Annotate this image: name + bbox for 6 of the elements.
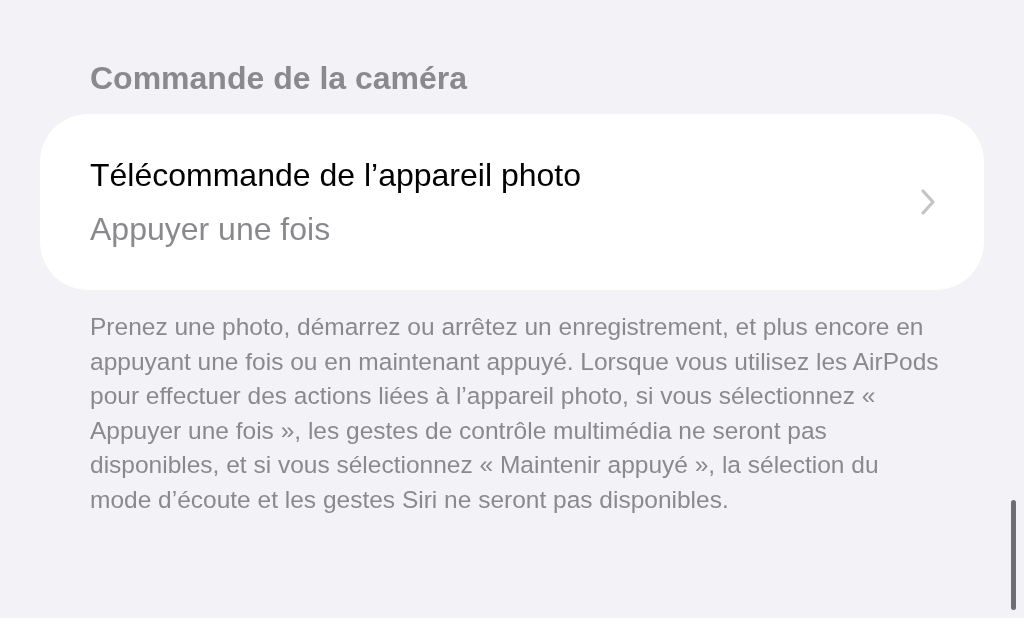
row-value: Appuyer une fois [90, 210, 331, 249]
row-title: Télécommande de l’appareil photo [90, 156, 581, 195]
section-header: Commande de la caméra [90, 59, 468, 98]
chevron-icon [920, 188, 936, 216]
footer-description: Prenez une photo, démarrez ou arrêtez un enregistrement, et plus encore en appuyant une fois ou en maintenant appuyé. Lorsque vous utilisez les AirPods pour effectuer des actions liées à l’appareil photo, si vous sélectionnez « Appuyer une fois », les gestes de contrôle multimédia ne seront pas disponibles, et si vous sélectionnez « Maintenir appuyé », la sélection du mode d’écoute et les gestes Siri ne seront pas disponibles. [90, 312, 940, 515]
settings-row[interactable]: Télécommande de l’appareil photo Appuyer une fois [40, 114, 984, 290]
